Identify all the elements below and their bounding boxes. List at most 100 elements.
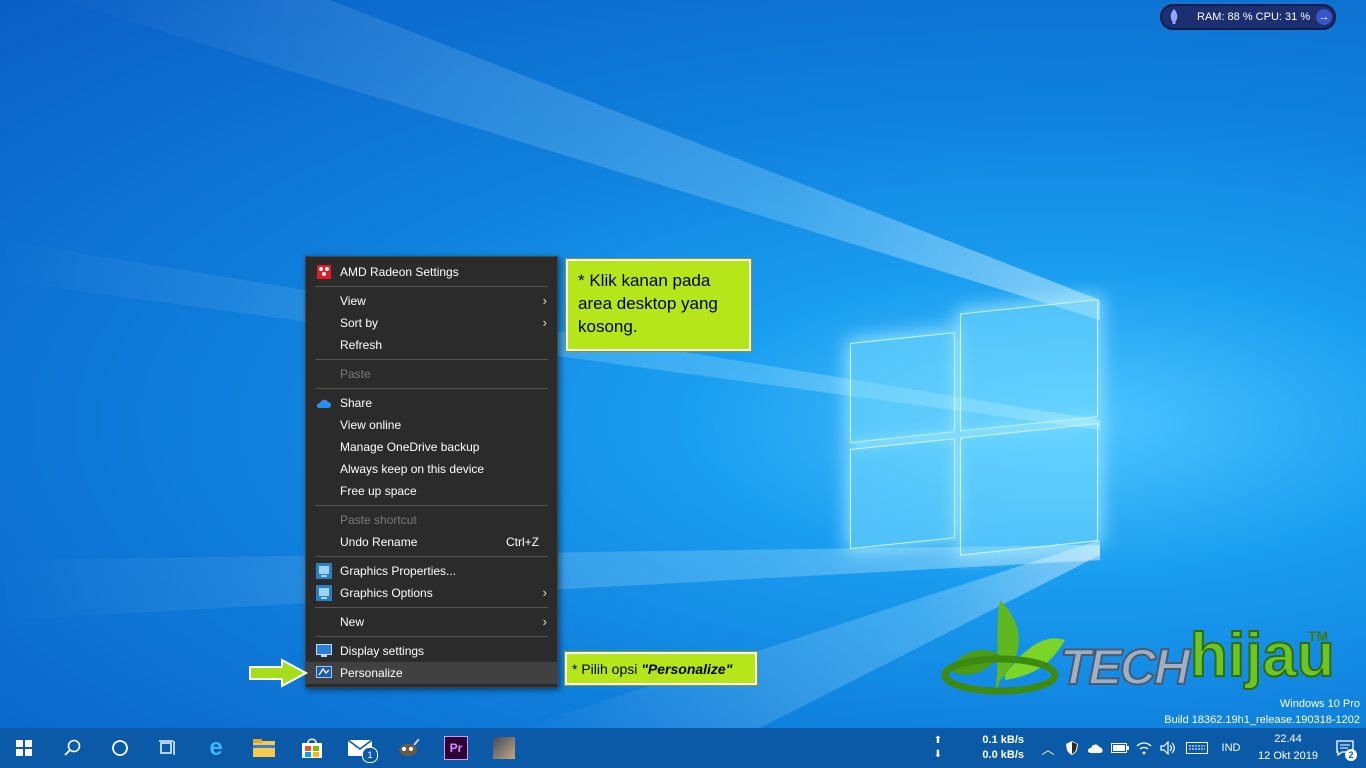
premiere-icon: Pr bbox=[444, 736, 468, 760]
menu-item-personalize[interactable]: Personalize bbox=[306, 662, 557, 684]
menu-item-graphics-properties[interactable]: Graphics Properties... bbox=[306, 560, 557, 582]
menu-item-accelerator: Ctrl+Z bbox=[506, 535, 539, 549]
menu-item-display-settings[interactable]: Display settings bbox=[306, 640, 557, 662]
mail-badge: 1 bbox=[362, 747, 378, 763]
premiere-button[interactable]: Pr bbox=[432, 728, 480, 768]
amd-radeon-icon bbox=[316, 264, 332, 280]
menu-item-share[interactable]: Share bbox=[306, 392, 557, 414]
menu-separator bbox=[315, 359, 548, 360]
menu-item-label: Undo Rename bbox=[340, 535, 418, 549]
logo-pane bbox=[960, 299, 1098, 432]
system-tray: ⬆ ⬇ 0.1 kB/s 0.0 kB/s ︿ IND 22.44 12 Okt … bbox=[928, 728, 1366, 768]
watermark-build: Build 18362.19h1_release.190318-1202 bbox=[1164, 714, 1360, 726]
task-view-button[interactable] bbox=[144, 728, 192, 768]
file-explorer-button[interactable] bbox=[240, 728, 288, 768]
chevron-right-icon: › bbox=[542, 293, 547, 308]
cortana-button[interactable] bbox=[96, 728, 144, 768]
chevron-right-icon: › bbox=[542, 614, 547, 629]
edge-button[interactable]: e bbox=[192, 728, 240, 768]
windows-logo bbox=[850, 287, 1100, 573]
app-icon bbox=[493, 737, 515, 759]
menu-separator bbox=[315, 636, 548, 637]
menu-item-view-online[interactable]: View online bbox=[306, 414, 557, 436]
store-button[interactable] bbox=[288, 728, 336, 768]
battery-icon[interactable] bbox=[1108, 728, 1132, 768]
keyboard-icon[interactable] bbox=[1180, 728, 1214, 768]
menu-item-label: Paste bbox=[340, 367, 371, 381]
action-center-button[interactable]: 2 bbox=[1324, 728, 1366, 768]
search-icon bbox=[64, 739, 81, 756]
menu-item-paste: Paste bbox=[306, 363, 557, 385]
net-speed: 0.1 kB/s 0.0 kB/s bbox=[964, 733, 1024, 763]
menu-item-label: Paste shortcut bbox=[340, 513, 417, 527]
callout-top-text: * Klik kanan pada area desktop yang koso… bbox=[578, 271, 718, 336]
menu-item-label: Graphics Options bbox=[340, 586, 433, 600]
onedrive-icon[interactable] bbox=[1084, 728, 1108, 768]
search-button[interactable] bbox=[48, 728, 96, 768]
start-button[interactable] bbox=[0, 728, 48, 768]
callout-bottom: * Pilih opsi "Personalize" bbox=[564, 651, 758, 686]
edge-icon: e bbox=[209, 734, 223, 761]
desktop-context-menu: AMD Radeon Settings View › Sort by › Refresh P… bbox=[305, 256, 558, 688]
personalize-icon bbox=[316, 665, 332, 681]
start-icon bbox=[16, 740, 32, 756]
menu-item-graphics-options[interactable]: Graphics Options › bbox=[306, 582, 557, 604]
menu-item-label: View bbox=[340, 294, 366, 308]
volume-icon[interactable] bbox=[1156, 728, 1180, 768]
intel-graphics-icon bbox=[316, 563, 332, 579]
logo-pane bbox=[850, 438, 955, 550]
logo-pane bbox=[960, 423, 1098, 556]
chevron-right-icon: › bbox=[542, 315, 547, 330]
clock[interactable]: 22.44 12 Okt 2019 bbox=[1252, 731, 1324, 765]
net-arrows-icon: ⬆ ⬇ bbox=[933, 735, 943, 760]
menu-item-label: Graphics Properties... bbox=[340, 564, 457, 578]
rocket-icon bbox=[1163, 6, 1185, 28]
mail-button[interactable]: 1 bbox=[336, 728, 384, 768]
app-button[interactable] bbox=[480, 728, 528, 768]
menu-item-label: Refresh bbox=[340, 338, 383, 352]
menu-item-new[interactable]: New › bbox=[306, 611, 557, 633]
menu-item-view[interactable]: View › bbox=[306, 290, 557, 312]
menu-item-undo-rename[interactable]: Undo Rename Ctrl+Z bbox=[306, 531, 557, 553]
menu-separator bbox=[315, 505, 548, 506]
menu-item-manage-onedrive-backup[interactable]: Manage OneDrive backup bbox=[306, 436, 557, 458]
menu-item-label: Manage OneDrive backup bbox=[340, 440, 480, 454]
clock-date: 12 Okt 2019 bbox=[1258, 750, 1318, 762]
menu-item-label: Sort by bbox=[340, 316, 379, 330]
security-shield-icon[interactable] bbox=[1060, 728, 1084, 768]
onedrive-cloud-icon bbox=[316, 395, 332, 411]
menu-item-always-keep-on-this-device[interactable]: Always keep on this device bbox=[306, 458, 557, 480]
net-up: 0.1 kB/s bbox=[982, 734, 1024, 746]
menu-item-label: Display settings bbox=[340, 644, 425, 658]
arrow-right-icon[interactable]: → bbox=[1316, 9, 1332, 25]
cortana-icon bbox=[112, 740, 128, 756]
callout-bottom-emph: "Personalize" bbox=[641, 661, 733, 677]
leaf-icon bbox=[941, 600, 1065, 695]
menu-item-amd-radeon-settings[interactable]: AMD Radeon Settings bbox=[306, 261, 557, 283]
menu-item-label: Free up space bbox=[340, 484, 417, 498]
callout-top: * Klik kanan pada area desktop yang koso… bbox=[565, 258, 752, 352]
wifi-icon[interactable] bbox=[1132, 728, 1156, 768]
net-down: 0.0 kB/s bbox=[982, 749, 1024, 761]
chevron-up-icon[interactable]: ︿ bbox=[1036, 728, 1060, 768]
display-icon bbox=[316, 643, 332, 659]
menu-item-refresh[interactable]: Refresh bbox=[306, 334, 557, 356]
ram-cpu-text: RAM: 88 % CPU: 31 % bbox=[1197, 11, 1311, 23]
gimp-button[interactable] bbox=[384, 728, 432, 768]
gimp-icon bbox=[399, 739, 420, 756]
menu-item-free-up-space[interactable]: Free up space bbox=[306, 480, 557, 502]
brand-tm: TM bbox=[1308, 628, 1329, 644]
techhijau-logo: TECH hijau TM bbox=[940, 600, 1336, 700]
ram-cpu-widget[interactable]: RAM: 88 % CPU: 31 % → bbox=[1160, 4, 1336, 30]
language-indicator[interactable]: IND bbox=[1214, 742, 1248, 754]
menu-item-label: Share bbox=[340, 396, 373, 410]
store-icon bbox=[302, 738, 322, 758]
menu-separator bbox=[315, 388, 548, 389]
notification-count: 2 bbox=[1345, 749, 1357, 761]
menu-item-label: Personalize bbox=[340, 666, 403, 680]
taskbar: e 1 Pr ⬆ ⬇ 0.1 kB/s 0.0 kB/s ︿ IND 22.44… bbox=[0, 728, 1366, 768]
watermark-edition: Windows 10 Pro bbox=[1279, 698, 1360, 710]
brand-tech: TECH bbox=[1059, 638, 1191, 696]
logo-pane bbox=[850, 332, 955, 444]
menu-item-sort-by[interactable]: Sort by › bbox=[306, 312, 557, 334]
